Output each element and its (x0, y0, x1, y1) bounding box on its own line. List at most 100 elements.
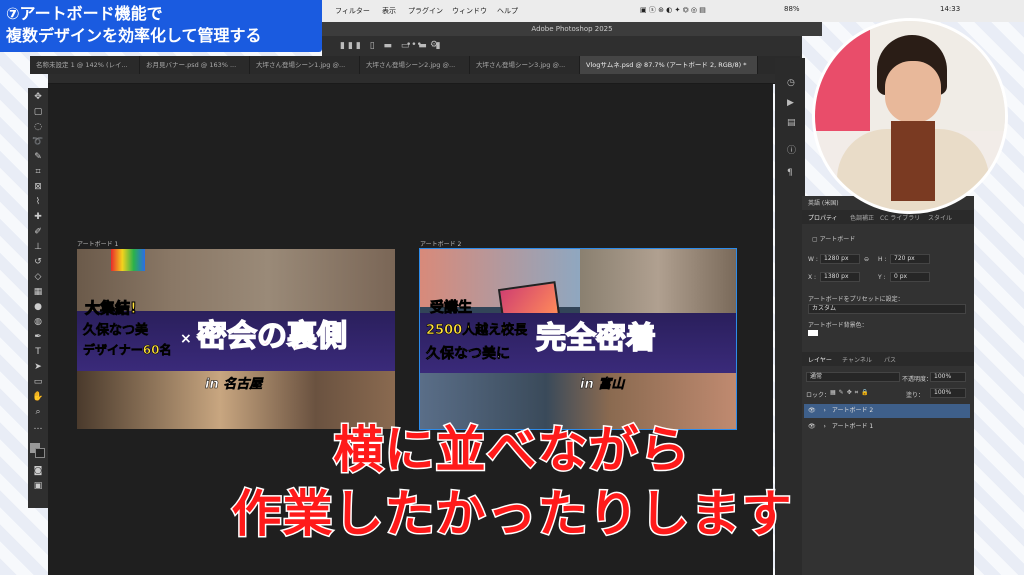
eraser-tool-icon[interactable]: ◇ (32, 272, 44, 282)
tab-cc-libraries[interactable]: CC ライブラリ (880, 213, 920, 222)
healing-brush-icon[interactable]: ✚ (32, 212, 44, 222)
info-icon[interactable]: ⓘ (787, 143, 796, 156)
tab-doc-3[interactable]: 大坪さん登場シーン1.jpg @... (250, 56, 360, 74)
height-field[interactable]: 720 px (890, 254, 930, 264)
gradient-tool-icon[interactable]: ▦ (32, 287, 44, 297)
tab-layers[interactable]: レイヤー (808, 355, 832, 364)
bg-color-label: アートボード背景色： (808, 322, 868, 329)
group-photo (580, 249, 736, 313)
menu-filter[interactable]: フィルター (335, 6, 370, 16)
history-brush-icon[interactable]: ↺ (32, 257, 44, 267)
banner-line-1: ⑦アートボード機能で (6, 4, 163, 23)
preset-label: アートボードをプリセットに設定： (808, 296, 904, 303)
subtitle-line-2: 作業したかったりします (230, 484, 793, 545)
w-label: W : (808, 256, 818, 263)
tab-properties[interactable]: プロパティ (808, 213, 838, 222)
artboard-icon: ▢ (812, 236, 820, 243)
person-face (885, 61, 941, 123)
ab1-line-1: 大集結! (85, 299, 138, 318)
artboard-1[interactable]: 大集結! 久保なつ美 デザイナー60名 × 密会の裏側 in 名古屋 (77, 249, 395, 429)
colorful-banner-photo (111, 249, 145, 271)
marquee-tool-icon[interactable]: ◌ (32, 122, 44, 132)
menu-view[interactable]: 表示 (382, 6, 396, 16)
battery-percent: 88% (784, 5, 800, 13)
dodge-tool-icon[interactable]: ◍ (32, 317, 44, 327)
ab2-line-1: 受講生 (430, 300, 473, 317)
type-tool-icon[interactable]: T (32, 347, 44, 357)
paragraph-icon[interactable]: ¶ (787, 168, 793, 178)
tab-doc-4[interactable]: 大坪さん登場シーン2.jpg @... (360, 56, 470, 74)
webcam-overlay (812, 18, 1008, 214)
x-field[interactable]: 1380 px (820, 272, 860, 282)
artboard-2[interactable]: 受講生 2500人越え校長 久保なつ美に 完全密着 in 富山 (419, 248, 737, 430)
menu-plugins[interactable]: プラグイン (408, 6, 443, 16)
tray-icons: ▣ ⓢ ⊛ ◐ ✦ ⏣ ◎ ▤ (640, 6, 706, 14)
layer-row[interactable]: 👁 › アートボード 2 (804, 404, 970, 418)
pen-tool-icon[interactable]: ✒ (32, 332, 44, 342)
hand-tool-icon[interactable]: ✋ (32, 392, 44, 402)
quick-select-icon[interactable]: ✎ (32, 152, 44, 162)
move-tool-icon[interactable]: ✥ (32, 92, 44, 102)
menu-help[interactable]: ヘルプ (497, 6, 518, 16)
tab-adjustments[interactable]: 色調補正 (850, 213, 874, 222)
person-shirt (891, 121, 935, 201)
tab-channels[interactable]: チャンネル (842, 355, 872, 364)
artboard-tool-icon[interactable]: ▢ (32, 107, 44, 117)
app-title: Adobe Photoshop 2025 (322, 22, 822, 36)
comment-icon[interactable]: ▤ (787, 118, 796, 128)
layer-name: アートボード 2 (831, 407, 874, 414)
blend-mode-select[interactable]: 通常 (806, 372, 900, 382)
ab2-line-4: 完全密着 (535, 320, 657, 357)
options-bar: ▮▮▮ ▯ ▬ ▭ ▬ ▮ ••• ⚙ (322, 36, 802, 58)
opacity-label: 不透明度： (902, 376, 933, 383)
eyedropper-icon[interactable]: ⌇ (32, 197, 44, 207)
width-field[interactable]: 1280 px (820, 254, 860, 264)
crop-tool-icon[interactable]: ⌗ (32, 167, 44, 177)
lock-icons[interactable]: ▦✎✥⌗🔒 (830, 389, 872, 397)
artboard-2-label: アートボード 2 (420, 241, 462, 248)
tab-doc-2[interactable]: お月見バナー.psd @ 163% ... (140, 56, 250, 74)
chevron-right-icon[interactable]: › (824, 407, 826, 414)
artboard-section-title: ▢ アートボード (812, 234, 855, 243)
tab-paths[interactable]: パス (884, 355, 896, 364)
link-icon[interactable]: ⊖ (864, 256, 869, 263)
y-field[interactable]: 0 px (890, 272, 930, 282)
artboard-section-label: アートボード (819, 236, 856, 243)
horizontal-ruler (48, 74, 800, 84)
frame-tool-icon[interactable]: ⊠ (32, 182, 44, 192)
bg-color-swatch[interactable] (808, 330, 818, 336)
visibility-eye-icon[interactable]: 👁 (808, 407, 816, 414)
shape-tool-icon[interactable]: ▭ (32, 377, 44, 387)
clock: 14:33 (940, 5, 961, 13)
path-select-icon[interactable]: ➤ (32, 362, 44, 372)
tab-styles[interactable]: スタイル (928, 213, 952, 222)
play-icon[interactable]: ▶ (787, 98, 794, 108)
brush-tool-icon[interactable]: ✐ (32, 227, 44, 237)
more-options-icon[interactable]: ••• (406, 40, 422, 50)
tab-doc-5[interactable]: 大坪さん登場シーン3.jpg @... (470, 56, 580, 74)
language-label: 英語 (米国) (808, 200, 839, 207)
x-label: X : (808, 274, 817, 281)
tab-doc-active[interactable]: Vlogサムネ.psd @ 87.7% (アートボード 2, RGB/8) * (580, 56, 758, 74)
fill-field[interactable]: 100% (930, 388, 966, 398)
lock-label: ロック： (806, 392, 831, 399)
lasso-tool-icon[interactable]: ➰ (32, 137, 44, 147)
history-icon[interactable]: ◷ (787, 78, 795, 88)
align-icons[interactable]: ▮▮▮ ▯ ▬ ▭ ▬ ▮ (340, 41, 444, 51)
menu-window[interactable]: ウィンドウ (452, 6, 487, 16)
ab1-line-4: × (180, 331, 192, 347)
preset-select[interactable]: カスタム (808, 304, 966, 314)
artboard-1-label: アートボード 1 (77, 241, 119, 248)
opacity-field[interactable]: 100% (930, 372, 966, 382)
gear-icon[interactable]: ⚙ (430, 40, 438, 50)
blur-tool-icon[interactable]: ● (32, 302, 44, 312)
subtitle-line-1: 横に並べながら (332, 420, 691, 481)
document-tabs: 名称未設定 1 @ 142% (レイ... お月見バナー.psd @ 163% … (30, 56, 800, 74)
zoom-tool-icon[interactable]: ⌕ (32, 407, 44, 417)
stamp-tool-icon[interactable]: ⊥ (32, 242, 44, 252)
tab-doc-1[interactable]: 名称未設定 1 @ 142% (レイ... (30, 56, 140, 74)
fill-label: 塗り： (906, 392, 925, 399)
ab1-line-6: in 名古屋 (205, 377, 263, 393)
ab2-line-5: in 富山 (580, 377, 625, 393)
chapter-banner: ⑦アートボード機能で 複数デザインを効率化して管理する (0, 0, 322, 52)
